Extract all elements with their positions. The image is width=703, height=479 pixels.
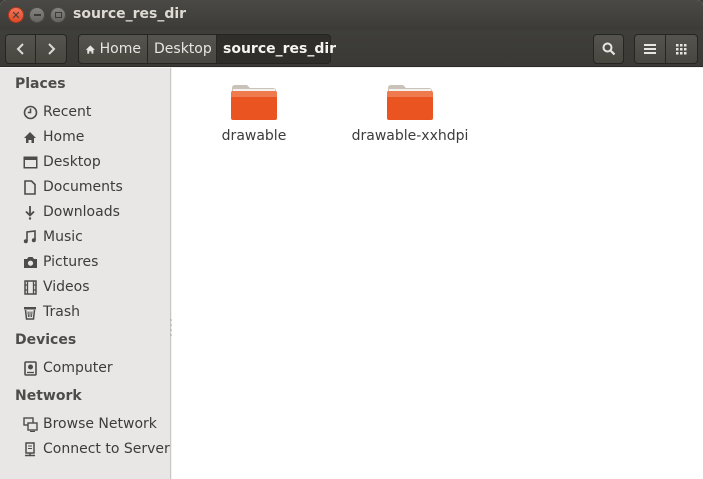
- home-icon: [85, 44, 95, 54]
- sidebar-item-recent[interactable]: Recent: [22, 101, 170, 123]
- sidebar-item-label: Home: [43, 129, 85, 145]
- minimize-window-button[interactable]: [29, 7, 45, 23]
- download-icon: [22, 204, 38, 220]
- chevron-left-icon: [16, 43, 24, 55]
- folder-icon: [231, 85, 277, 120]
- sidebar-item-pictures[interactable]: Pictures: [22, 251, 170, 273]
- folder-label: drawable-xxhdpi: [351, 128, 469, 144]
- search-button[interactable]: [593, 34, 624, 64]
- sidebar-item-label: Videos: [43, 279, 90, 295]
- sidebar-item-label: Computer: [43, 360, 113, 376]
- folder-item[interactable]: drawable: [212, 82, 296, 144]
- folder-item[interactable]: drawable-xxhdpi: [348, 82, 472, 144]
- minimize-icon: [33, 14, 41, 16]
- section-title-places: Places: [15, 76, 66, 92]
- list-icon: [644, 44, 656, 54]
- sidebar-item-label: Desktop: [43, 154, 101, 170]
- breadcrumb-current[interactable]: source_res_dir: [217, 34, 336, 64]
- title-bar: ✕ source_res_dir: [0, 0, 703, 30]
- sidebar: Places Recent Home Desktop Documents Dow…: [0, 68, 172, 479]
- sidebar-item-documents[interactable]: Documents: [22, 176, 170, 198]
- search-icon: [602, 42, 615, 56]
- sidebar-item-browse-network[interactable]: Browse Network: [22, 413, 170, 435]
- back-button[interactable]: [5, 34, 36, 64]
- film-icon: [22, 279, 38, 295]
- sidebar-item-downloads[interactable]: Downloads: [22, 201, 170, 223]
- toolbar: Home Desktop source_res_dir: [0, 30, 703, 67]
- folder-icon: [387, 85, 433, 120]
- sidebar-item-label: Pictures: [43, 254, 99, 270]
- sidebar-item-home[interactable]: Home: [22, 126, 170, 148]
- section-title-devices: Devices: [15, 332, 77, 348]
- window-title: source_res_dir: [73, 6, 187, 22]
- forward-button[interactable]: [36, 34, 67, 64]
- sidebar-item-computer[interactable]: Computer: [22, 357, 170, 379]
- file-view[interactable]: drawable drawable-xxhdpi: [172, 68, 703, 479]
- home-icon: [22, 129, 38, 145]
- close-window-button[interactable]: ✕: [8, 7, 24, 23]
- list-view-button[interactable]: [634, 34, 666, 64]
- section-title-network: Network: [15, 388, 82, 404]
- chevron-right-icon: [48, 43, 56, 55]
- network-icon: [22, 416, 38, 432]
- sidebar-item-label: Downloads: [43, 204, 120, 220]
- sidebar-item-label: Documents: [43, 179, 123, 195]
- server-icon: [22, 441, 38, 457]
- sidebar-item-music[interactable]: Music: [22, 226, 170, 248]
- sidebar-item-videos[interactable]: Videos: [22, 276, 170, 298]
- sidebar-item-label: Connect to Server: [43, 441, 170, 457]
- maximize-window-button[interactable]: [50, 7, 66, 23]
- sidebar-item-label: Trash: [43, 304, 80, 320]
- file-manager-window: ✕ source_res_dir Home Desktop source_res…: [0, 0, 703, 479]
- breadcrumb-home-label: Home: [99, 41, 141, 57]
- breadcrumb-current-label: source_res_dir: [223, 41, 337, 57]
- breadcrumb-desktop-label: Desktop: [154, 41, 212, 57]
- sidebar-item-desktop[interactable]: Desktop: [22, 151, 170, 173]
- breadcrumb-desktop[interactable]: Desktop: [148, 34, 217, 64]
- sidebar-item-label: Music: [43, 229, 83, 245]
- music-icon: [22, 229, 38, 245]
- close-icon: ✕: [11, 8, 21, 22]
- trash-icon: [22, 304, 38, 320]
- desktop-icon: [22, 154, 38, 170]
- camera-icon: [22, 254, 38, 270]
- folder-label: drawable: [221, 128, 287, 144]
- grid-icon: [676, 43, 687, 54]
- grid-view-button[interactable]: [666, 34, 698, 64]
- sidebar-item-label: Recent: [43, 104, 92, 120]
- maximize-icon: [54, 12, 62, 18]
- harddisk-icon: [22, 360, 38, 376]
- document-icon: [22, 179, 38, 195]
- sidebar-item-trash[interactable]: Trash: [22, 301, 170, 323]
- clock-icon: [22, 104, 38, 120]
- breadcrumb-home[interactable]: Home: [78, 34, 148, 64]
- sidebar-item-label: Browse Network: [43, 416, 157, 432]
- sidebar-item-connect-to-server[interactable]: Connect to Server: [22, 438, 170, 460]
